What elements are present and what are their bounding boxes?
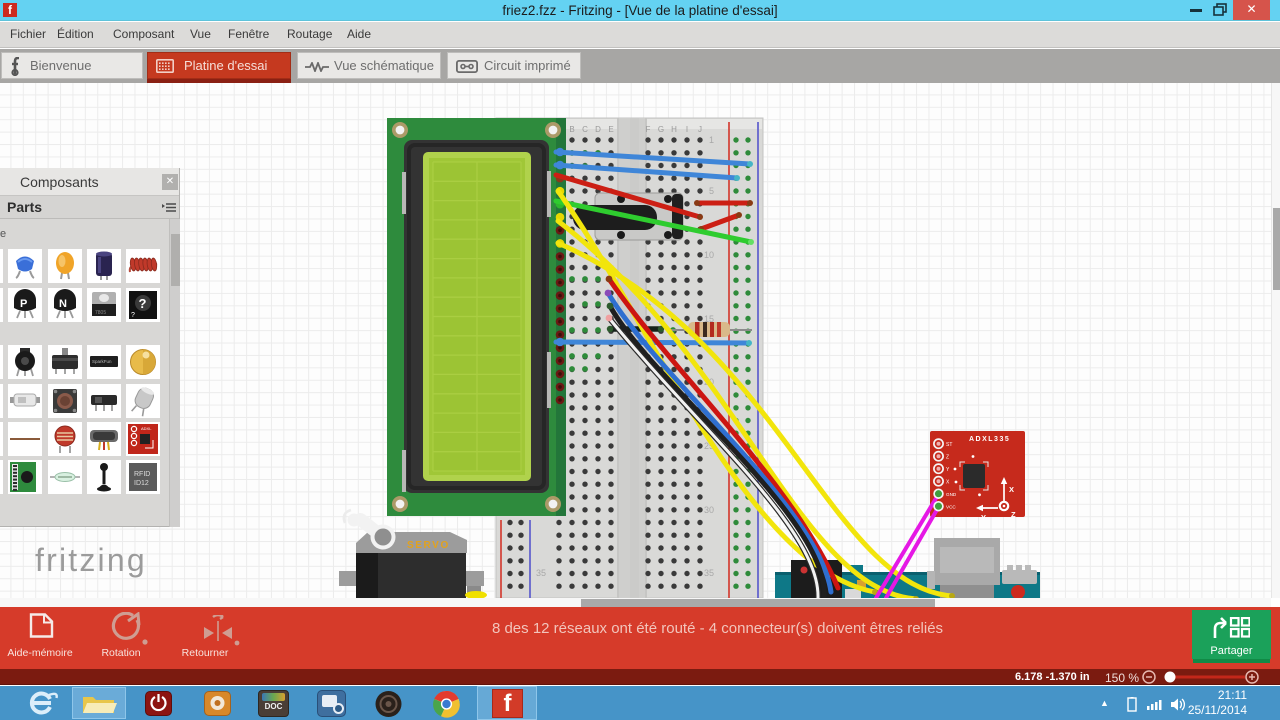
svg-text:RFID: RFID — [134, 471, 150, 478]
svg-text:ID12: ID12 — [134, 480, 149, 487]
svg-text:F: F — [646, 125, 651, 134]
svg-text:J: J — [698, 125, 702, 134]
svg-text:ADXL335: ADXL335 — [969, 436, 1010, 443]
svg-text:X: X — [1009, 485, 1014, 494]
svg-text:Z: Z — [946, 455, 949, 461]
svg-text:E: E — [608, 125, 613, 134]
svg-text:?: ? — [139, 296, 147, 311]
svg-text:1: 1 — [709, 135, 714, 145]
svg-text:SparkFun: SparkFun — [92, 359, 112, 364]
svg-text:fritzing: fritzing — [35, 542, 147, 578]
svg-text:VCC: VCC — [946, 505, 956, 510]
svg-text:Y: Y — [981, 513, 986, 522]
svg-text:30: 30 — [704, 505, 714, 515]
svg-text:35: 35 — [704, 568, 714, 578]
svg-text:B: B — [569, 125, 574, 134]
svg-text:Z: Z — [1011, 510, 1016, 519]
svg-text:C: C — [582, 125, 588, 134]
svg-text:?: ? — [131, 312, 135, 319]
svg-text:5: 5 — [709, 186, 714, 196]
svg-text:P: P — [20, 298, 27, 310]
svg-text:I: I — [686, 125, 688, 134]
svg-text:7805: 7805 — [95, 310, 106, 316]
svg-text:10: 10 — [704, 250, 714, 260]
svg-text:ADXL: ADXL — [141, 426, 152, 431]
svg-text:H: H — [671, 125, 677, 134]
svg-text:GND: GND — [946, 492, 957, 497]
svg-text:35: 35 — [536, 568, 546, 578]
svg-text:N: N — [59, 298, 67, 310]
svg-text:D: D — [595, 125, 601, 134]
svg-text:G: G — [658, 125, 664, 134]
svg-text:ST: ST — [946, 442, 952, 448]
svg-text:SERVO: SERVO — [407, 540, 450, 551]
